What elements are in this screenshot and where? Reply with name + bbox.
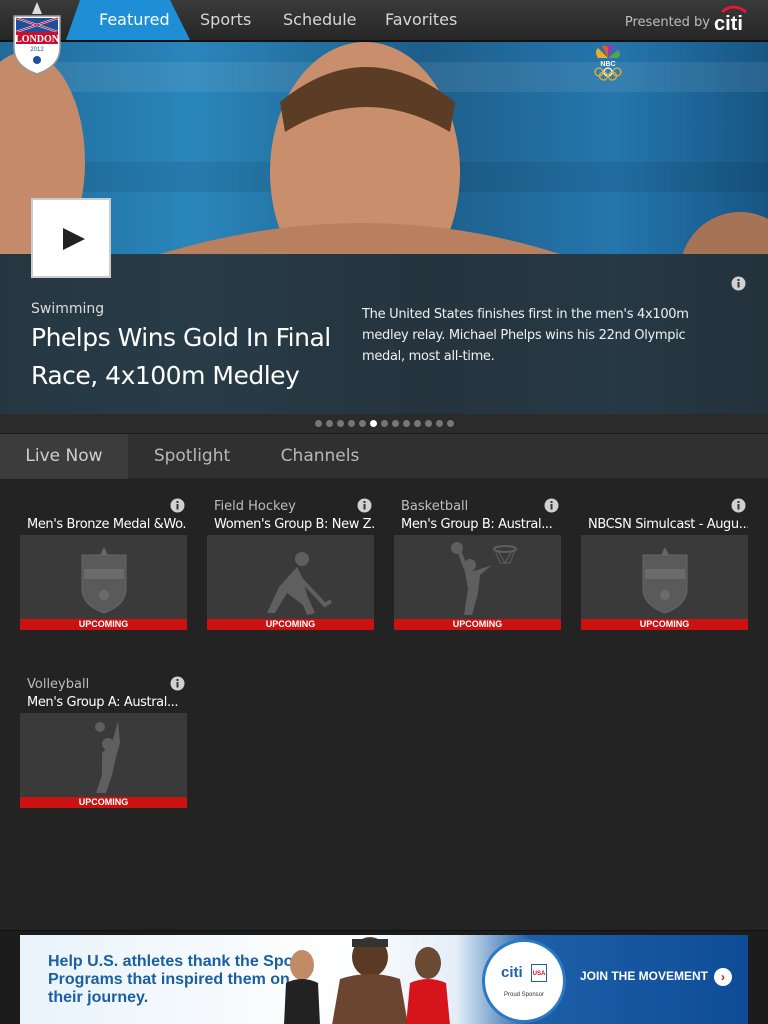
card-title: Men's Group A: Austral... xyxy=(27,695,179,710)
citi-ad-banner[interactable]: Help U.S. athletes thank the Sport Progr… xyxy=(20,935,748,1024)
card-title: NBCSN Simulcast - Augu... xyxy=(588,517,748,532)
ad-sponsor-line: Proud Sponsor xyxy=(503,992,545,998)
tab-channels[interactable]: Channels xyxy=(256,434,384,479)
event-card[interactable]: Men's Bronze Medal &Wo... UPCOMING xyxy=(20,498,187,639)
pager-dot[interactable] xyxy=(370,420,377,427)
card-sport: Field Hockey xyxy=(214,499,296,514)
status-badge: UPCOMING xyxy=(207,619,374,630)
pager-dot[interactable] xyxy=(436,420,443,427)
status-badge: UPCOMING xyxy=(394,619,561,630)
volleyball-icon xyxy=(95,721,120,793)
event-card[interactable]: Basketball Men's Group B: Austral... UPC… xyxy=(394,498,561,639)
tab-spotlight[interactable]: Spotlight xyxy=(128,434,256,479)
card-thumbnail[interactable] xyxy=(20,713,187,797)
card-thumbnail[interactable] xyxy=(581,535,748,619)
tab-favorites[interactable]: Favorites xyxy=(385,0,457,40)
pager-dot[interactable] xyxy=(348,420,355,427)
hero-photo xyxy=(0,42,768,254)
top-nav-bar: Featured Sports Schedule Favorites Prese… xyxy=(0,0,768,42)
nbc-olympics-logo-icon: NBC xyxy=(594,45,622,81)
logo-text: LONDON xyxy=(15,34,60,45)
status-badge: UPCOMING xyxy=(581,619,748,630)
play-button[interactable] xyxy=(31,198,111,278)
citi-logo-icon: citi xyxy=(714,5,747,34)
card-sport: Volleyball xyxy=(27,677,90,692)
tab-sports[interactable]: Sports xyxy=(200,0,251,40)
card-title: Men's Group B: Austral... xyxy=(401,517,553,532)
card-thumbnail[interactable] xyxy=(394,535,561,619)
london-2012-logo-icon[interactable]: LONDON 2012 xyxy=(8,0,66,76)
pager-dot[interactable] xyxy=(447,420,454,427)
pager-dot[interactable] xyxy=(392,420,399,427)
card-info-icon[interactable] xyxy=(170,498,185,513)
status-badge: UPCOMING xyxy=(20,797,187,808)
pager-dot[interactable] xyxy=(315,420,322,427)
citi-usa-sponsor-badge: citi USA Proud Sponsor xyxy=(482,939,566,1023)
play-icon xyxy=(63,228,85,250)
tab-schedule[interactable]: Schedule xyxy=(283,0,357,40)
card-info-icon[interactable] xyxy=(731,498,746,513)
join-the-movement-button[interactable]: JOIN THE MOVEMENT xyxy=(580,969,708,983)
event-card[interactable]: NBCSN Simulcast - Augu... UPCOMING xyxy=(581,498,748,639)
pager-dot[interactable] xyxy=(403,420,410,427)
field-hockey-icon xyxy=(267,552,333,615)
pager-dot[interactable] xyxy=(381,420,388,427)
network-logo-text: NBC xyxy=(600,61,615,68)
london-2012-crest-icon xyxy=(642,547,688,614)
london-2012-crest-icon xyxy=(81,547,127,614)
presented-by-label: Presented by xyxy=(624,15,710,30)
card-thumbnail[interactable] xyxy=(20,535,187,619)
pager-dot[interactable] xyxy=(337,420,344,427)
ad-brand: citi xyxy=(501,964,523,981)
tab-featured[interactable]: Featured xyxy=(99,0,170,40)
event-card[interactable]: Volleyball Men's Group A: Austral... UPC… xyxy=(20,676,187,817)
ad-athletes-image xyxy=(284,937,450,1024)
card-info-icon[interactable] xyxy=(544,498,559,513)
tab-live-now[interactable]: Live Now xyxy=(0,434,128,479)
card-info-icon[interactable] xyxy=(170,676,185,691)
pager-dot[interactable] xyxy=(359,420,366,427)
pager-dots xyxy=(315,420,454,427)
pager-dot[interactable] xyxy=(414,420,421,427)
ad-banner-zone: Help U.S. athletes thank the Sport Progr… xyxy=(0,930,768,1024)
pager-dot[interactable] xyxy=(425,420,432,427)
svg-text:citi: citi xyxy=(714,13,743,34)
hero-pager xyxy=(0,414,768,433)
event-card[interactable]: Field Hockey Women's Group B: New Z... U… xyxy=(207,498,374,639)
card-title: Men's Bronze Medal &Wo... xyxy=(27,517,187,532)
hero-description: The United States finishes first in the … xyxy=(362,307,689,364)
card-thumbnail[interactable] xyxy=(207,535,374,619)
status-badge: UPCOMING xyxy=(20,619,187,630)
hero-title[interactable]: Phelps Wins Gold In Final Race, 4x100m M… xyxy=(31,319,331,395)
hero-info-icon[interactable] xyxy=(731,276,746,291)
basketball-icon xyxy=(451,542,517,615)
featured-hero[interactable]: NBC Swimming Phelps Wins Gold In Final R… xyxy=(0,42,768,414)
chevron-right-icon[interactable]: › xyxy=(714,968,732,986)
card-info-icon[interactable] xyxy=(357,498,372,513)
ad-usa-badge: USA xyxy=(531,964,547,982)
pager-dot[interactable] xyxy=(326,420,333,427)
card-title: Women's Group B: New Z... xyxy=(214,517,374,532)
logo-year: 2012 xyxy=(30,47,44,53)
hero-category: Swimming xyxy=(31,301,105,317)
card-sport: Basketball xyxy=(401,499,469,514)
content-subtabs: Live Now Spotlight Channels xyxy=(0,433,768,479)
